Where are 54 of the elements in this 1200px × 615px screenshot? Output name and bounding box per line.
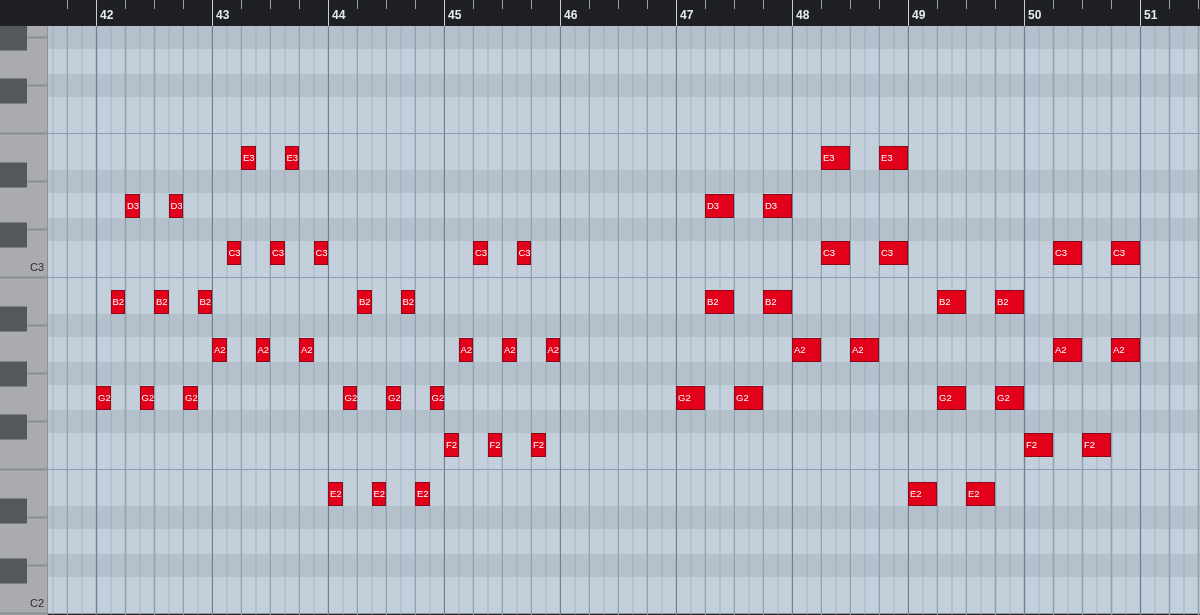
midi-note[interactable]: G2 (386, 385, 401, 410)
midi-note[interactable]: F2 (1082, 433, 1111, 457)
midi-note[interactable]: C3 (473, 241, 488, 265)
midi-note[interactable]: A2 (1053, 337, 1082, 362)
midi-note[interactable]: B2 (995, 290, 1024, 314)
bar-number: 45 (448, 8, 462, 22)
midi-note[interactable]: G2 (995, 385, 1024, 410)
midi-note[interactable]: B2 (763, 290, 792, 314)
midi-note[interactable]: E3 (821, 146, 850, 170)
bar-number: 42 (100, 8, 114, 22)
piano-keyboard[interactable]: C3 C2 (0, 26, 48, 615)
key-label: C3 (29, 260, 44, 273)
midi-note[interactable]: G2 (734, 385, 763, 410)
midi-note[interactable]: F2 (1024, 433, 1053, 457)
midi-note[interactable]: B2 (357, 290, 372, 314)
midi-note[interactable]: A2 (850, 337, 879, 362)
bar-number: 46 (564, 8, 578, 22)
midi-note[interactable]: D3 (763, 193, 792, 218)
midi-note[interactable]: B2 (705, 290, 734, 314)
bar-number: 44 (332, 8, 346, 22)
bar-number: 50 (1028, 8, 1042, 22)
midi-note[interactable]: E3 (879, 146, 908, 170)
midi-note[interactable]: A2 (212, 337, 227, 362)
bar-number: 43 (216, 8, 230, 22)
note-grid[interactable]: E3 E3 E3 E3 D3 D3 D3 D3 C3 C3 C3 C3 C3 C3 C3 C3 C3 B2 B2 B2 B2 B2 B2 B2 B2 B2 A2 A2 A2 A2 A2 A2 A2 A2 A2 A2 G2 G2 G2 G2 G2 G2 G2 G2 G2 G2 F2 F2 F2 F2 F2 E2 E2 E2 E2 E2 (48, 26, 1200, 615)
midi-note[interactable]: A2 (792, 337, 821, 362)
bar-number: 51 (1144, 8, 1158, 22)
midi-note[interactable]: C3 (270, 241, 285, 265)
midi-note[interactable]: E2 (908, 482, 937, 506)
midi-note[interactable]: C3 (879, 241, 908, 265)
midi-note[interactable]: E3 (241, 146, 256, 170)
midi-note[interactable]: B2 (937, 290, 966, 314)
bar-number: 48 (796, 8, 810, 22)
midi-note[interactable]: G2 (937, 385, 966, 410)
bar-number: 49 (912, 8, 926, 22)
midi-note[interactable]: B2 (154, 290, 169, 314)
midi-note[interactable]: C3 (1111, 241, 1140, 265)
midi-note[interactable]: A2 (502, 337, 517, 362)
bar-number: 47 (680, 8, 694, 22)
midi-note[interactable]: E2 (415, 482, 430, 506)
midi-note[interactable]: G2 (96, 385, 111, 410)
midi-note[interactable]: D3 (705, 193, 734, 218)
midi-note[interactable]: C3 (1053, 241, 1082, 265)
key-label: C2 (29, 596, 44, 609)
midi-note[interactable]: F2 (444, 433, 459, 457)
midi-note[interactable]: G2 (183, 385, 198, 410)
midi-note[interactable]: A2 (1111, 337, 1140, 362)
midi-note[interactable]: C3 (821, 241, 850, 265)
midi-note[interactable]: A2 (299, 337, 314, 362)
midi-note[interactable]: F2 (531, 433, 546, 457)
midi-note[interactable]: G2 (676, 385, 705, 410)
midi-note[interactable]: E2 (966, 482, 995, 506)
midi-note[interactable]: E2 (328, 482, 343, 506)
midi-note[interactable]: D3 (125, 193, 140, 218)
